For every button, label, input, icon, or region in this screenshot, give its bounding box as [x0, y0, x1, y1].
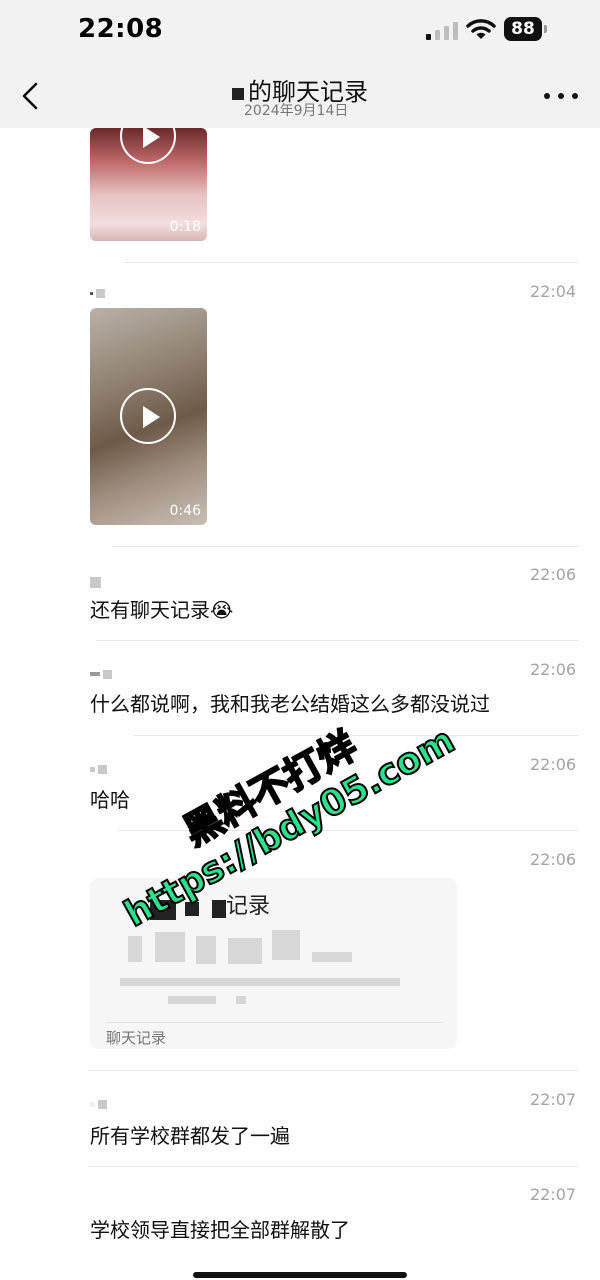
play-icon: [120, 128, 176, 164]
video-message[interactable]: 0:18: [90, 128, 207, 241]
redacted-block: [120, 978, 400, 986]
redacted-block: [150, 900, 176, 920]
status-time: 22:08: [78, 14, 164, 44]
dot-icon: [558, 93, 564, 99]
redacted-block: [185, 902, 199, 916]
message-divider: [124, 262, 578, 263]
message-divider: [112, 546, 578, 547]
message-text: 什么都说啊，我和我老公结婚这么多都没说过: [90, 692, 490, 716]
redacted-block: [128, 936, 142, 962]
sender-name-redacted: [90, 668, 112, 680]
chat-record-title: 记录: [226, 894, 271, 919]
redacted-block: [196, 936, 216, 964]
cellular-signal-icon: [426, 22, 458, 40]
sender-name-redacted: [90, 1098, 107, 1110]
message-time: 22:06: [530, 660, 577, 679]
video-duration: 0:46: [169, 503, 201, 519]
message-time: 22:04: [530, 282, 577, 301]
back-button[interactable]: [14, 76, 50, 116]
message-divider: [96, 640, 578, 641]
message-divider: [90, 1166, 578, 1167]
sender-name-redacted: [90, 576, 101, 588]
message-text: 所有学校群都发了一遍: [90, 1124, 290, 1148]
message-time: 22:06: [530, 755, 577, 774]
more-options-button[interactable]: [544, 86, 578, 106]
message-divider: [90, 1070, 578, 1071]
message-time: 22:06: [530, 565, 577, 584]
sender-name-redacted: [90, 763, 107, 775]
redacted-block: [155, 932, 185, 962]
redacted-block: [168, 996, 216, 1004]
message-text: 哈哈: [90, 788, 130, 812]
message-divider: [118, 830, 578, 831]
wifi-icon: [466, 19, 496, 39]
redacted-name: [232, 87, 244, 100]
nav-bar: 的聊天记录 2024年9月14日: [0, 62, 600, 128]
dot-icon: [572, 93, 578, 99]
redacted-block: [236, 996, 246, 1004]
message-text: 还有聊天记录😭: [90, 598, 234, 622]
video-message[interactable]: 0:46: [90, 308, 207, 525]
status-bar: 22:08 88: [0, 0, 600, 62]
message-time: 22:07: [530, 1090, 577, 1109]
home-indicator[interactable]: [193, 1272, 407, 1278]
page-subtitle-date: 2024年9月14日: [244, 103, 349, 119]
play-icon: [120, 388, 176, 444]
chat-record-card[interactable]: [90, 878, 457, 1049]
video-duration: 0:18: [169, 219, 201, 235]
message-divider: [134, 735, 578, 736]
battery-icon: 88: [504, 17, 548, 41]
chat-record-footer: 聊天记录: [106, 1029, 167, 1047]
dot-icon: [544, 93, 550, 99]
message-text: 学校领导直接把全部群解散了: [90, 1218, 350, 1242]
redacted-block: [228, 938, 262, 964]
sender-name-redacted: [90, 287, 105, 299]
battery-level: 88: [504, 17, 542, 41]
chat-record-separator: [106, 1022, 442, 1023]
redacted-block: [312, 952, 352, 962]
redacted-block: [212, 900, 226, 918]
redacted-block: [272, 930, 300, 960]
message-time: 22:07: [530, 1185, 577, 1204]
message-time: 22:06: [530, 850, 577, 869]
